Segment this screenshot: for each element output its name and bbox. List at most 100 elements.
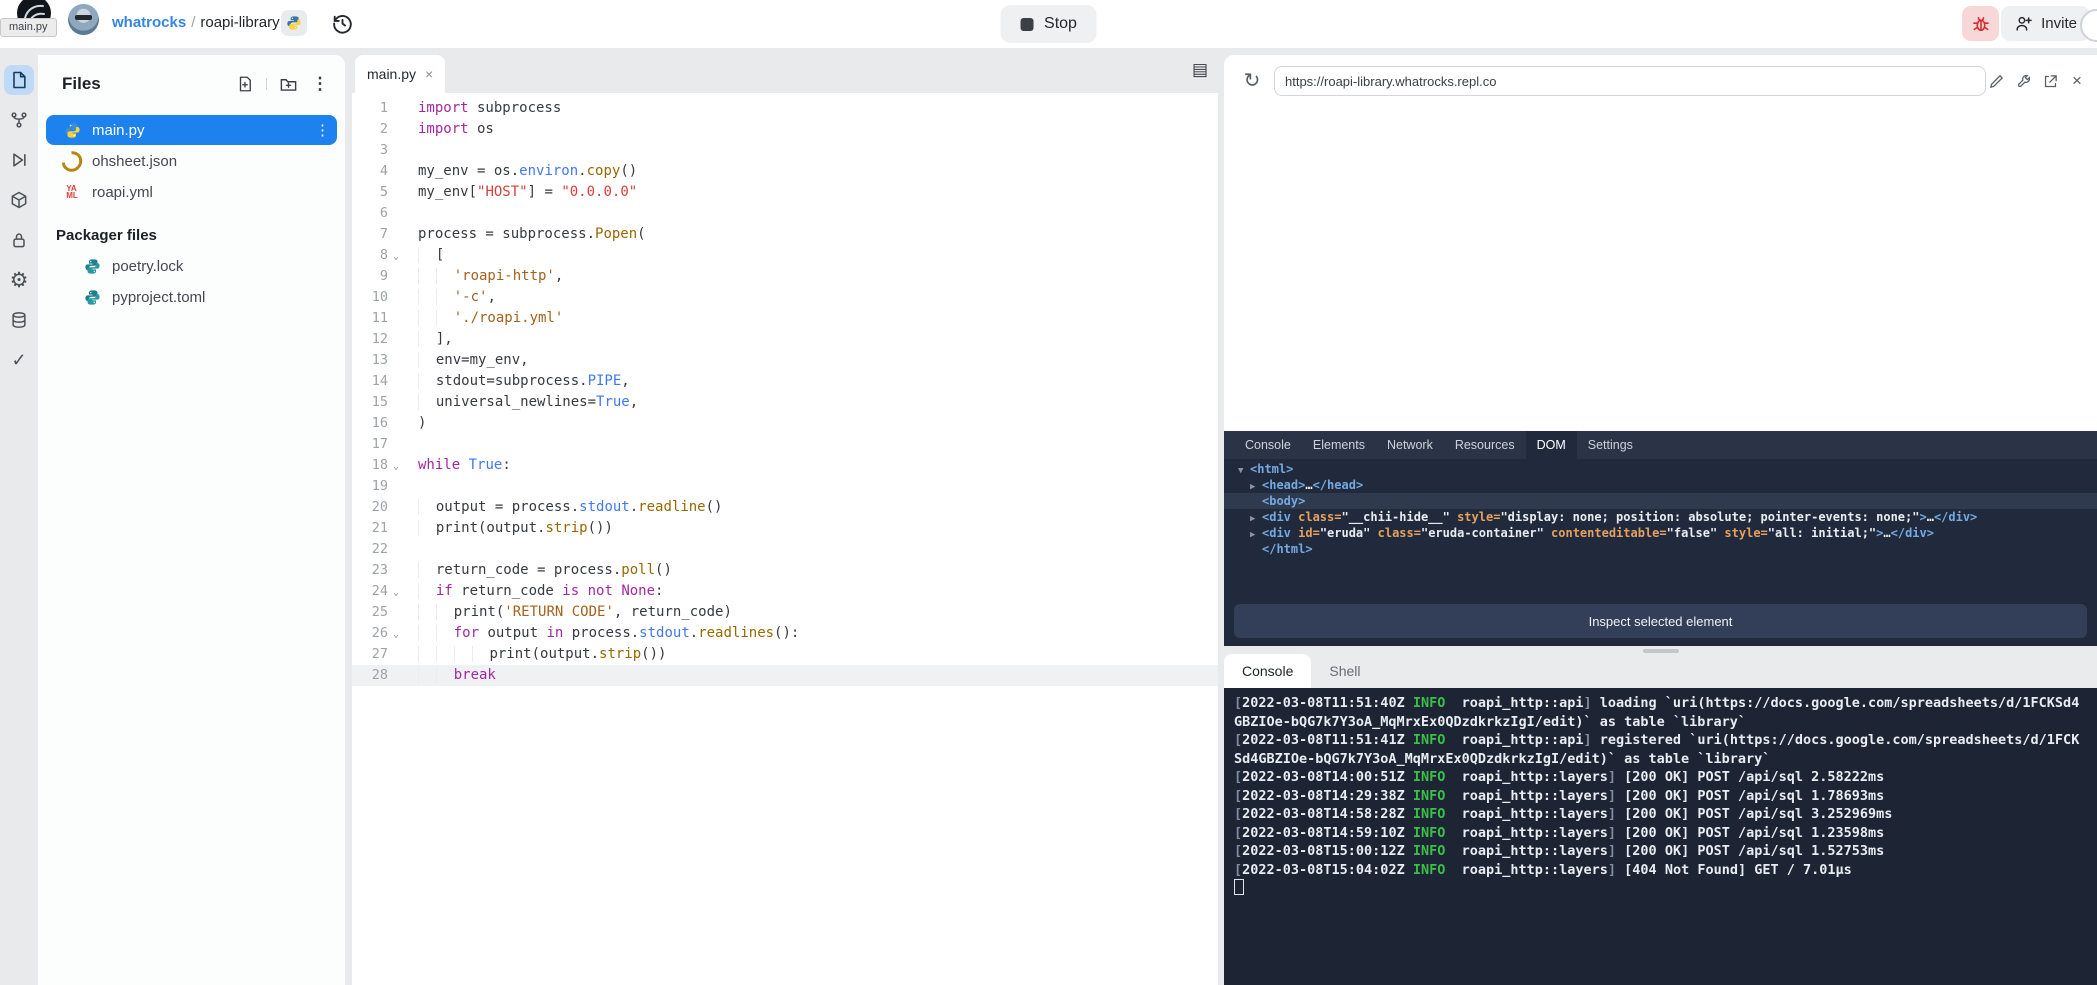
dragged-tab-ghost: main.py <box>0 18 57 37</box>
code-line-27: 27 print(output.strip()) <box>352 644 1218 665</box>
dom-node-row[interactable]: ▶<div id="eruda" class="eruda-container"… <box>1224 525 2097 541</box>
console-tab-console[interactable]: Console <box>1224 654 1311 688</box>
tool-database-icon[interactable] <box>4 305 34 335</box>
line-number[interactable]: 12 <box>352 329 388 350</box>
files-header: Files ⋮ <box>62 73 331 95</box>
tool-version-control-icon[interactable] <box>4 105 34 135</box>
person-plus-icon <box>2014 14 2033 33</box>
line-number[interactable]: 6 <box>352 203 388 224</box>
dom-node-row[interactable]: ▶<head>…</head> <box>1224 477 2097 493</box>
dom-node-row[interactable]: ▼<html> <box>1224 461 2097 477</box>
pencil-icon[interactable] <box>1985 70 2007 92</box>
python-icon <box>281 10 307 36</box>
line-number[interactable]: 28 <box>352 665 388 686</box>
code-editor[interactable]: 1import subprocess2import os34my_env = o… <box>352 93 1218 985</box>
line-number[interactable]: 21 <box>352 518 388 539</box>
line-number[interactable]: 8 <box>352 245 388 266</box>
files-kebab-menu-icon[interactable]: ⋮ <box>309 73 331 95</box>
devtools-tab-elements[interactable]: Elements <box>1302 431 1376 459</box>
dom-node-row[interactable]: ▶<div class="__chii-hide__" style="displ… <box>1224 509 2097 525</box>
line-number[interactable]: 9 <box>352 266 388 287</box>
drag-handle[interactable] <box>1643 649 1679 653</box>
fold-chevron-icon[interactable]: ⌄ <box>388 246 404 267</box>
file-kebab-menu-icon[interactable]: ⋮ <box>315 121 329 139</box>
line-number[interactable]: 26 <box>352 623 388 644</box>
line-number[interactable]: 18 <box>352 455 388 476</box>
line-number[interactable]: 25 <box>352 602 388 623</box>
tool-secrets-lock-icon[interactable] <box>4 225 34 255</box>
close-webview-icon[interactable]: × <box>2066 70 2088 92</box>
avatar[interactable] <box>68 4 99 35</box>
line-number[interactable]: 23 <box>352 560 388 581</box>
code-text: ) <box>404 415 426 431</box>
line-number[interactable]: 16 <box>352 413 388 434</box>
tool-settings-gear-icon[interactable]: ⚙ <box>4 265 34 295</box>
file-row-roapi-yml[interactable]: YAMLroapi.yml <box>46 177 337 207</box>
bug-report-button[interactable] <box>1962 6 1999 41</box>
refresh-icon[interactable]: ↻ <box>1240 68 1264 92</box>
devtools-tab-dom[interactable]: DOM <box>1526 431 1577 459</box>
file-row-poetry-lock[interactable]: poetry.lock <box>46 251 337 281</box>
line-number[interactable]: 15 <box>352 392 388 413</box>
code-line-5: 5my_env["HOST"] = "0.0.0.0" <box>352 182 1218 203</box>
console-tabs: ConsoleShell <box>1224 654 1379 688</box>
line-number[interactable]: 5 <box>352 182 388 203</box>
console-output[interactable]: [2022-03-08T11:51:40Z INFO roapi_http::a… <box>1224 688 2097 985</box>
console-tab-shell[interactable]: Shell <box>1311 654 1378 688</box>
file-row-pyproject-toml[interactable]: pyproject.toml <box>46 282 337 312</box>
line-number[interactable]: 14 <box>352 371 388 392</box>
new-file-icon[interactable] <box>234 73 256 95</box>
code-line-16: 16) <box>352 413 1218 434</box>
history-icon[interactable] <box>330 11 356 37</box>
line-number[interactable]: 20 <box>352 497 388 518</box>
fold-chevron-icon[interactable]: ⌄ <box>388 456 404 477</box>
line-number[interactable]: 11 <box>352 308 388 329</box>
expand-arrow-icon[interactable]: ▼ <box>1238 463 1250 479</box>
new-folder-icon[interactable] <box>277 73 299 95</box>
editor-tab-main-py[interactable]: main.py × <box>355 55 445 93</box>
line-number[interactable]: 3 <box>352 140 388 161</box>
line-number[interactable]: 7 <box>352 224 388 245</box>
tool-files-icon[interactable] <box>4 65 34 95</box>
open-external-icon[interactable] <box>2039 70 2061 92</box>
tool-run-icon[interactable] <box>4 145 34 175</box>
code-text: import subprocess <box>404 100 561 116</box>
devtools-tab-settings[interactable]: Settings <box>1577 431 1644 459</box>
line-number[interactable]: 10 <box>352 287 388 308</box>
line-number[interactable]: 22 <box>352 539 388 560</box>
devtools-tab-console[interactable]: Console <box>1234 431 1302 459</box>
file-row-main-py[interactable]: main.py⋮ <box>46 115 337 145</box>
line-number[interactable]: 13 <box>352 350 388 371</box>
tool-packages-icon[interactable] <box>4 185 34 215</box>
dom-node-row[interactable]: </html> <box>1224 541 2097 557</box>
fold-chevron-icon[interactable]: ⌄ <box>388 624 404 645</box>
breadcrumb-user-link[interactable]: whatrocks <box>112 14 186 31</box>
file-name: poetry.lock <box>112 258 329 275</box>
line-number[interactable]: 2 <box>352 119 388 140</box>
line-number[interactable]: 17 <box>352 434 388 455</box>
code-text: print('RETURN CODE', return_code) <box>404 604 732 620</box>
devtools-wrench-icon[interactable] <box>2012 70 2034 92</box>
devtools-tab-resources[interactable]: Resources <box>1444 431 1526 459</box>
file-row-ohsheet-json[interactable]: ohsheet.json <box>46 146 337 176</box>
invite-button[interactable]: Invite <box>2001 6 2090 41</box>
editor-pane: main.py × ▤ 1import subprocess2import os… <box>352 55 1218 985</box>
url-input[interactable] <box>1274 66 1986 96</box>
inspect-selected-element-button[interactable]: Inspect selected element <box>1234 604 2087 638</box>
line-number[interactable]: 24 <box>352 581 388 602</box>
stop-button[interactable]: Stop <box>1000 5 1097 43</box>
line-number[interactable]: 4 <box>352 161 388 182</box>
replit-workspace: main.py whatrocks/roapi-library Stop Inv… <box>0 0 2097 985</box>
line-number[interactable]: 1 <box>352 98 388 119</box>
tool-checklist-icon[interactable]: ✓ <box>4 345 34 375</box>
editor-layout-icon[interactable]: ▤ <box>1192 60 1208 80</box>
editor-tab-bar: main.py × ▤ <box>352 55 1218 93</box>
line-number[interactable]: 19 <box>352 476 388 497</box>
fold-chevron-icon[interactable]: ⌄ <box>388 582 404 603</box>
line-number[interactable]: 27 <box>352 644 388 665</box>
devtools-tab-network[interactable]: Network <box>1376 431 1444 459</box>
text-cursor <box>1234 879 1244 895</box>
close-tab-icon[interactable]: × <box>425 66 433 82</box>
breadcrumb-separator: / <box>186 14 200 31</box>
dom-node-row[interactable]: <body> <box>1224 493 2097 509</box>
